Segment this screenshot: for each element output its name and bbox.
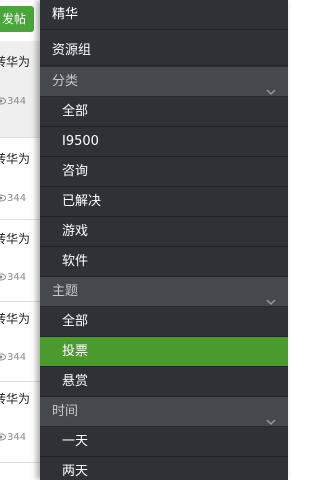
post-meta: 344 [0, 272, 26, 284]
post-title: 转华为 [0, 312, 31, 326]
post-title: 转华为 [0, 152, 31, 166]
post-meta: 344 [0, 96, 26, 108]
time-item-two-days[interactable]: 两天 [40, 457, 288, 480]
list-item[interactable]: 转华为 344 [0, 41, 40, 138]
post-title: 转华为 [0, 392, 31, 406]
eye-icon [0, 194, 6, 205]
post-meta: 344 [0, 193, 26, 205]
new-post-button[interactable]: 发帖 [0, 6, 34, 32]
list-top-bar: 发帖 [0, 0, 40, 41]
view-count: 344 [7, 272, 27, 283]
list-item[interactable]: 转华为 344 [0, 138, 40, 220]
eye-icon [0, 353, 6, 364]
menu-item-resource-group[interactable]: 资源组 [40, 36, 288, 66]
section-header-topic[interactable]: 主题 [40, 277, 288, 307]
list-item[interactable]: 转华为 344 [0, 302, 40, 382]
category-item-consult[interactable]: 咨询 [40, 157, 288, 187]
category-item-i9500[interactable]: I9500 [40, 127, 288, 157]
topic-item-all[interactable]: 全部 [40, 307, 288, 337]
list-item[interactable]: 转华为 344 [0, 220, 40, 302]
background-post-list: 发帖 转华为 344 转华为 344 转华为 344 转华为 344 转华为 3… [0, 0, 40, 480]
category-item-software[interactable]: 软件 [40, 247, 288, 277]
post-title: 转华为 [0, 55, 31, 69]
section-header-time[interactable]: 时间 [40, 397, 288, 427]
post-meta: 344 [0, 432, 26, 444]
list-item[interactable]: 转华为 344 [0, 382, 40, 463]
section-title: 时间 [52, 404, 79, 419]
filter-drawer: 精华 资源组 分类 全部 I9500 咨询 已解决 游戏 软件 主题 全部 投票… [40, 0, 288, 480]
post-meta: 344 [0, 352, 26, 364]
section-title: 主题 [52, 284, 79, 299]
view-count: 344 [7, 352, 27, 363]
category-item-games[interactable]: 游戏 [40, 217, 288, 247]
section-header-category[interactable]: 分类 [40, 67, 288, 97]
eye-icon [0, 433, 6, 444]
topic-item-bounty[interactable]: 悬赏 [40, 367, 288, 397]
eye-icon [0, 273, 6, 284]
time-item-one-day[interactable]: 一天 [40, 427, 288, 457]
menu-item-featured[interactable]: 精华 [40, 0, 288, 30]
category-item-solved[interactable]: 已解决 [40, 187, 288, 217]
category-item-all[interactable]: 全部 [40, 97, 288, 127]
post-title: 转华为 [0, 232, 31, 246]
topic-item-poll[interactable]: 投票 [40, 337, 288, 367]
view-count: 344 [7, 96, 27, 107]
section-title: 分类 [52, 74, 79, 89]
eye-icon [0, 97, 6, 108]
view-count: 344 [7, 432, 27, 443]
view-count: 344 [7, 193, 27, 204]
